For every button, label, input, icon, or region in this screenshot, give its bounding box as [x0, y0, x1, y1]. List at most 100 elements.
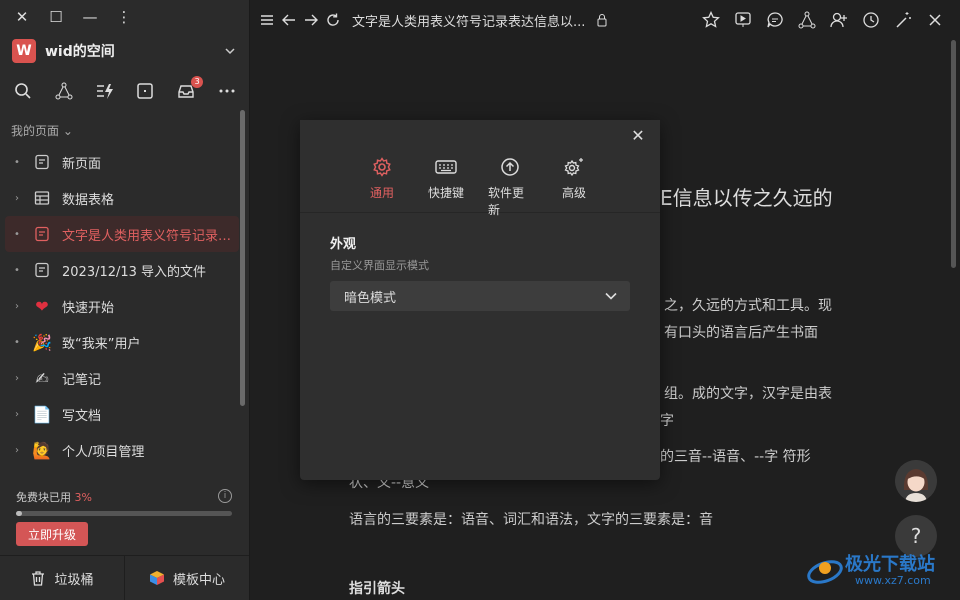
- paragraph-line: 的三音--语音、--字 符形: [660, 449, 811, 465]
- chevron-down-icon: [225, 48, 235, 55]
- quota-label: 免费块已用: [16, 491, 71, 504]
- sidebar-item-2[interactable]: • 文字是人类用表义符号记录…: [5, 216, 239, 252]
- trash-button[interactable]: 垃圾桶: [0, 556, 124, 600]
- forward-arrow-icon[interactable]: [300, 9, 322, 31]
- close-window-icon[interactable]: ✕: [14, 9, 30, 25]
- star-icon[interactable]: [700, 9, 722, 31]
- expand-chevron-icon[interactable]: ›: [11, 445, 23, 456]
- magic-wand-icon[interactable]: [892, 9, 914, 31]
- graph-icon[interactable]: [53, 80, 75, 102]
- section-heading: 指引箭头: [349, 581, 405, 597]
- settings-dialog: ✕ 通用 快捷键 软件更新 高级 外观 自定义界面显示模式 暗色模式: [300, 120, 660, 480]
- minimize-window-icon[interactable]: —: [82, 9, 98, 25]
- back-arrow-icon[interactable]: [278, 9, 300, 31]
- sidebar-item-3[interactable]: • 2023/12/13 导入的文件: [5, 252, 239, 288]
- workspace-switcher[interactable]: W wid的空间: [12, 38, 237, 64]
- expand-chevron-icon[interactable]: ›: [11, 373, 23, 384]
- sidebar-toolbar: 3: [12, 76, 238, 102]
- expand-chevron-icon[interactable]: ›: [11, 193, 23, 204]
- sidebar-bottom-bar: 垃圾桶 模板中心: [0, 555, 249, 600]
- present-icon[interactable]: [732, 9, 754, 31]
- tab-general[interactable]: 通用: [360, 156, 404, 218]
- history-icon[interactable]: [860, 9, 882, 31]
- add-member-icon[interactable]: [828, 9, 850, 31]
- refresh-icon[interactable]: [322, 9, 344, 31]
- settings-tabs: 通用 快捷键 软件更新 高级: [360, 156, 596, 218]
- tab-software-update-label: 软件更新: [488, 186, 525, 217]
- advanced-gear-icon: [563, 156, 585, 178]
- document-actions: [700, 9, 946, 31]
- watermark-text: 极光下载站: [845, 554, 935, 575]
- tab-shortcuts[interactable]: 快捷键: [424, 156, 468, 218]
- assistant-avatar[interactable]: [895, 460, 937, 502]
- paragraph-line: 之，久远的方式和工具。现: [664, 298, 832, 314]
- more-icon[interactable]: [216, 80, 238, 102]
- sidebar-scrollbar[interactable]: [240, 110, 245, 406]
- bullet-icon: •: [14, 228, 20, 240]
- workspace-name: wid的空间: [45, 44, 115, 60]
- section-label-text: 我的页面: [11, 124, 60, 138]
- expand-chevron-icon[interactable]: ›: [11, 409, 23, 420]
- theme-mode-value: 暗色模式: [344, 290, 397, 306]
- document-scrollbar[interactable]: [951, 40, 956, 268]
- keyboard-icon: [435, 156, 457, 178]
- close-document-icon[interactable]: [924, 9, 946, 31]
- quick-actions-icon[interactable]: [94, 80, 116, 102]
- cube-icon: [149, 571, 164, 585]
- chevron-down-icon: ⌄: [62, 124, 73, 138]
- sidebar-item-0[interactable]: • 新页面: [5, 144, 239, 180]
- page-icon: [31, 223, 53, 245]
- theme-mode-select[interactable]: 暗色模式: [330, 281, 630, 311]
- bullet-icon: •: [14, 156, 20, 168]
- sidebar-item-6[interactable]: › ✍ 记笔记: [5, 360, 239, 396]
- sidebar-item-8[interactable]: › 🙋 个人/项目管理: [5, 432, 239, 468]
- writing-hand-icon: ✍: [35, 368, 49, 388]
- sidebar-item-1[interactable]: › 数据表格: [5, 180, 239, 216]
- tab-advanced-label: 高级: [561, 186, 586, 200]
- inbox-icon[interactable]: 3: [175, 76, 204, 102]
- trash-label: 垃圾桶: [54, 572, 94, 588]
- lock-icon[interactable]: [591, 9, 613, 31]
- sidebar-item-label: 个人/项目管理: [62, 444, 145, 460]
- tab-software-update[interactable]: 软件更新: [488, 156, 532, 218]
- sidebar-item-4[interactable]: › ❤ 快速开始: [5, 288, 239, 324]
- watermark-url: www.xz7.com: [855, 574, 931, 587]
- sidebar-item-label: 记笔记: [62, 372, 102, 388]
- my-pages-label[interactable]: 我的页面 ⌄: [11, 122, 73, 139]
- document-icon: 📄: [32, 404, 52, 424]
- paragraph-line: 语言的三要素是：语音、词汇和语法，文字的三要素是：音: [349, 512, 713, 528]
- gear-icon: [372, 156, 392, 178]
- graph-view-icon[interactable]: [796, 9, 818, 31]
- expand-chevron-icon[interactable]: ›: [11, 301, 23, 312]
- bullet-icon: •: [14, 336, 20, 348]
- template-box-icon[interactable]: [134, 80, 156, 102]
- menu-icon[interactable]: [256, 9, 278, 31]
- sidebar: ✕ ☐ — ⋮ W wid的空间 3 我的页面 ⌄ • 新页面 › 数据表格 • 文字是人…: [0, 0, 250, 600]
- template-center-button[interactable]: 模板中心: [124, 556, 249, 600]
- comment-icon[interactable]: [764, 9, 786, 31]
- workspace-avatar: W: [12, 39, 36, 63]
- page-tree: • 新页面 › 数据表格 • 文字是人类用表义符号记录… • 2023/12/13 导入的文件…: [5, 144, 239, 468]
- table-icon: [31, 187, 53, 209]
- tab-shortcuts-label: 快捷键: [427, 186, 464, 200]
- appearance-subtitle: 自定义界面显示模式: [330, 259, 429, 272]
- paragraph-line: 字: [660, 413, 674, 429]
- close-dialog-icon[interactable]: ✕: [630, 128, 646, 144]
- template-center-label: 模板中心: [172, 572, 225, 588]
- tab-advanced[interactable]: 高级: [552, 156, 596, 218]
- upgrade-button[interactable]: 立即升级: [16, 522, 88, 546]
- sidebar-item-7[interactable]: › 📄 写文档: [5, 396, 239, 432]
- info-icon[interactable]: i: [218, 489, 232, 503]
- inbox-badge: 3: [191, 76, 204, 88]
- sidebar-item-label: 写文档: [62, 408, 102, 424]
- tab-general-label: 通用: [369, 186, 394, 200]
- maximize-window-icon[interactable]: ☐: [48, 9, 64, 25]
- sidebar-item-5[interactable]: • 🎉 致“我来”用户: [5, 324, 239, 360]
- search-icon[interactable]: [12, 80, 34, 102]
- heart-icon: ❤: [35, 296, 49, 316]
- window-controls: ✕ ☐ — ⋮: [14, 9, 132, 25]
- more-menu-icon[interactable]: ⋮: [116, 9, 132, 25]
- chevron-down-icon: [605, 292, 617, 300]
- bullet-icon: •: [14, 264, 20, 276]
- sidebar-item-label: 新页面: [62, 156, 102, 172]
